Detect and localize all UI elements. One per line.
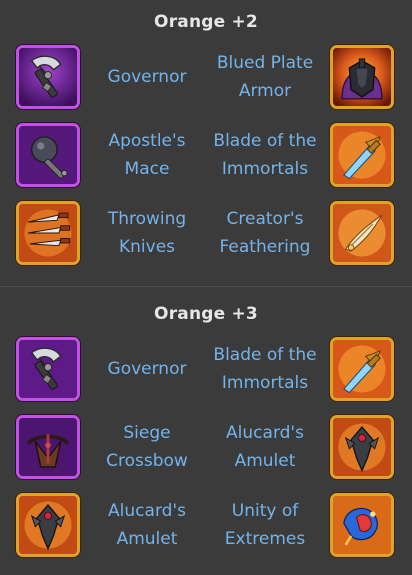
alucards-amulet-icon[interactable] (330, 415, 394, 479)
item-row: Governor Blued Plate Armor (0, 42, 412, 112)
section-divider (0, 286, 412, 287)
item-name: Creator's Feathering (219, 209, 311, 257)
alucards-amulet-icon[interactable] (16, 493, 80, 557)
throwing-knives-icon[interactable] (16, 201, 80, 265)
apostles-mace-icon[interactable] (16, 123, 80, 187)
unity-of-extremes-icon[interactable] (330, 493, 394, 557)
siege-crossbow-icon[interactable] (16, 415, 80, 479)
item-name: Blade of the Immortals (213, 345, 317, 393)
governor-axe-icon[interactable] (16, 45, 80, 109)
blade-of-the-immortals-icon[interactable] (330, 337, 394, 401)
item-name: Throwing Knives (107, 209, 187, 257)
blued-plate-armor-icon[interactable] (330, 45, 394, 109)
item-name: Alucard's Amulet (226, 423, 304, 471)
item-row: Governor Blade of the Immortals (0, 334, 412, 404)
section-orange-plus-2: Orange +2 Governor Blued Plate Armor Apo… (0, 0, 412, 284)
item-row: Throwing Knives Creator's Feathering (0, 198, 412, 268)
item-row: Apostle's Mace Blade of the Immortals (0, 120, 412, 190)
blade-of-the-immortals-icon[interactable] (330, 123, 394, 187)
item-name: Apostle's Mace (108, 131, 186, 179)
item-name: Siege Crossbow (106, 423, 188, 471)
governor-axe-icon[interactable] (16, 337, 80, 401)
section-title: Orange +2 (154, 12, 258, 32)
item-row: Siege Crossbow Alucard's Amulet (0, 412, 412, 482)
item-row: Alucard's Amulet Unity of Extremes (0, 490, 412, 560)
section-title: Orange +3 (154, 304, 258, 324)
item-name: Governor (107, 67, 187, 87)
section-orange-plus-3: Orange +3 Governor Blade of the Immortal… (0, 292, 412, 575)
item-name: Governor (107, 359, 187, 379)
item-name: Alucard's Amulet (108, 501, 186, 549)
creators-feathering-icon[interactable] (330, 201, 394, 265)
item-name: Blade of the Immortals (213, 131, 317, 179)
item-name: Blued Plate Armor (216, 53, 314, 101)
item-name: Unity of Extremes (224, 501, 306, 549)
